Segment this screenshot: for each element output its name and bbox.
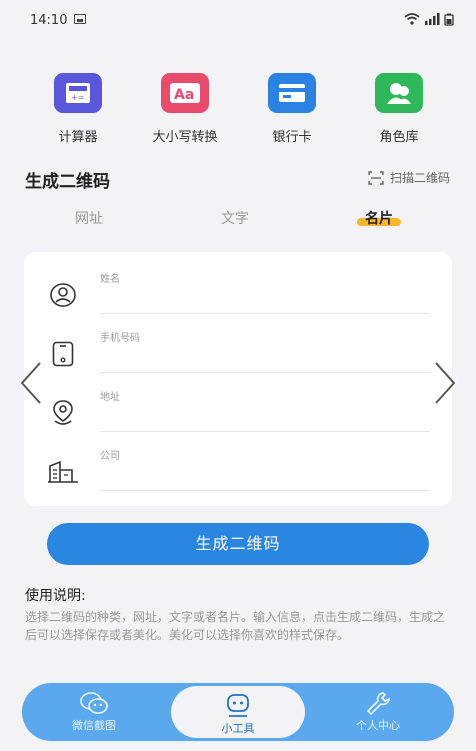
- usage-text: 选择二维码的种类，网址，文字或者名片。输入信息，点击生成二维码，生成之后可以选择…: [25, 610, 446, 642]
- field-label: 公司: [100, 451, 120, 462]
- scan-label: 扫描二维码: [389, 171, 450, 185]
- calculator-icon: +=: [54, 73, 102, 113]
- tool-label: 银行卡: [272, 130, 312, 145]
- wrench-icon: [366, 692, 390, 715]
- name-field: 姓名: [24, 256, 452, 314]
- tool-label: 角色库: [379, 130, 419, 145]
- name-input[interactable]: [100, 286, 430, 310]
- business-card-form: 姓名 手机号码 地址 公司: [24, 252, 452, 506]
- usage-title: 使用说明:: [25, 588, 86, 604]
- signal-icon: [425, 13, 440, 25]
- nav-label: 小工具: [221, 722, 255, 735]
- person-icon: [46, 278, 80, 312]
- robot-icon: [227, 694, 249, 717]
- section-title: 生成二维码: [25, 172, 110, 192]
- address-input[interactable]: [100, 404, 430, 428]
- nav-label: 微信截图: [72, 719, 116, 732]
- nav-label: 个人中心: [356, 719, 400, 732]
- tab-business-card[interactable]: 名片: [357, 208, 401, 228]
- wifi-icon: [404, 13, 420, 25]
- divider: [100, 431, 430, 432]
- next-arrow-button[interactable]: [430, 360, 460, 406]
- phone-icon: [46, 337, 80, 371]
- divider: [100, 313, 430, 314]
- location-icon: [46, 396, 80, 430]
- nav-profile[interactable]: 个人中心: [318, 683, 438, 741]
- phone-field: 手机号码: [24, 315, 452, 373]
- nav-wechat-screenshot[interactable]: 微信截图: [34, 683, 154, 741]
- field-label: 地址: [100, 392, 120, 403]
- divider: [100, 490, 430, 491]
- phone-input[interactable]: [100, 345, 430, 369]
- status-time: 14:10: [30, 13, 68, 28]
- characters-icon: [375, 73, 423, 113]
- qr-type-tabs: 网址 文字 名片: [24, 208, 454, 232]
- tab-label: 名片: [365, 211, 393, 227]
- tools-row: += 计算器 Aa 大小写转换 银行卡 角色库: [24, 73, 454, 145]
- scan-icon: [368, 170, 384, 185]
- tool-calculator[interactable]: += 计算器: [28, 73, 128, 145]
- tool-characters[interactable]: 角色库: [349, 73, 449, 145]
- image-notification-icon: [74, 14, 86, 24]
- svg-text:+=: +=: [71, 93, 84, 102]
- building-icon: [46, 455, 80, 489]
- scan-qr-button[interactable]: 扫描二维码: [368, 169, 450, 186]
- nav-tools[interactable]: 小工具: [171, 686, 305, 738]
- tab-text[interactable]: 文字: [221, 208, 249, 228]
- prev-arrow-button[interactable]: [16, 360, 46, 406]
- tab-url[interactable]: 网址: [75, 208, 103, 228]
- text-case-icon: Aa: [161, 73, 209, 113]
- svg-text:Aa: Aa: [174, 87, 194, 103]
- tool-label: 大小写转换: [152, 130, 218, 145]
- field-label: 手机号码: [100, 333, 140, 344]
- status-bar: 14:10: [0, 0, 476, 40]
- chevron-right-icon: [434, 361, 457, 405]
- divider: [100, 372, 430, 373]
- tool-label: 计算器: [58, 130, 98, 145]
- tab-label: 文字: [221, 211, 249, 227]
- status-icons: [404, 12, 454, 26]
- bank-card-icon: [268, 73, 316, 113]
- generate-qr-button[interactable]: 生成二维码: [47, 523, 429, 565]
- bottom-nav: 微信截图 小工具 个人中心: [22, 683, 454, 741]
- wechat-icon: [80, 692, 108, 714]
- tool-text-case[interactable]: Aa 大小写转换: [135, 73, 235, 145]
- tab-label: 网址: [75, 211, 103, 227]
- battery-icon: [444, 13, 454, 26]
- tool-bank-card[interactable]: 银行卡: [242, 73, 342, 145]
- company-input[interactable]: [100, 463, 430, 487]
- field-label: 姓名: [100, 274, 120, 285]
- company-field: 公司: [24, 433, 452, 491]
- chevron-left-icon: [19, 361, 42, 405]
- address-field: 地址: [24, 374, 452, 432]
